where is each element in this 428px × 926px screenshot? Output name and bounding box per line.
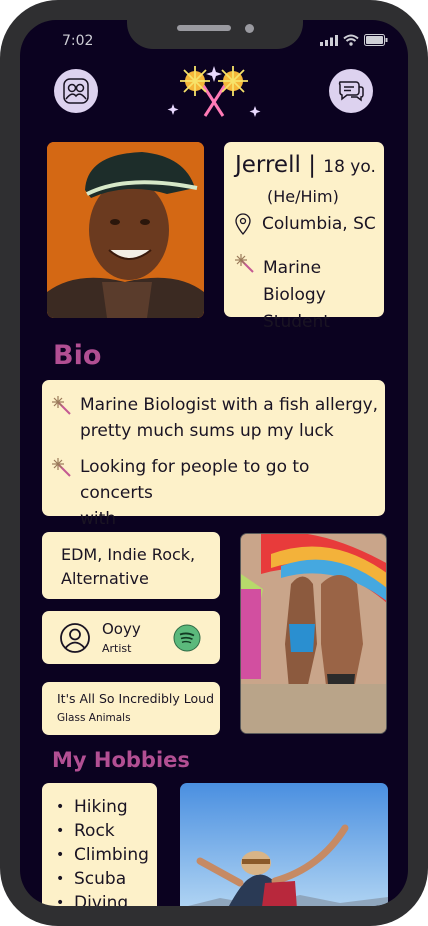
profile-occupation: Marine Biology Student <box>263 255 384 336</box>
user-circle-icon <box>60 623 90 653</box>
artist-type: Artist <box>102 642 132 655</box>
hobby-item-continued: Climbing <box>56 843 157 867</box>
profile-name-line: Jerrell | 18 yo. <box>235 152 376 178</box>
song-card[interactable]: It's All So Incredibly Loud Glass Animal… <box>42 682 220 735</box>
bio-item-line: with <box>80 509 117 529</box>
bio-item: Looking for people to go to concerts wit… <box>52 454 385 532</box>
genres-line: Alternative <box>61 569 149 588</box>
hobby-item: Scuba <box>56 867 157 891</box>
location-pin-icon <box>235 213 251 235</box>
genres-card: EDM, Indie Rock, Alternative <box>42 532 220 599</box>
profile-age: 18 yo. <box>323 157 376 177</box>
genres-text: EDM, Indie Rock, Alternative <box>61 543 195 591</box>
sparkler-icon <box>52 396 71 415</box>
song-artist: Glass Animals <box>57 712 131 724</box>
genres-line: EDM, Indie Rock, <box>61 545 196 564</box>
hobbies-list: Hiking Rock Climbing Scuba Diving <box>42 795 157 906</box>
bio-item-line: Marine Biologist with a fish allergy, <box>80 395 379 415</box>
bio-item-line: Looking for people to go to concerts <box>80 457 310 503</box>
profile-info-card: Jerrell | 18 yo. (He/Him) Columbia, SC M… <box>224 142 384 332</box>
hiking-photo <box>180 783 388 906</box>
speaker <box>177 25 231 31</box>
battery-icon <box>364 34 388 46</box>
bio-heading: Bio <box>53 340 102 371</box>
sparkler-icon <box>235 254 254 273</box>
name-separator: | <box>308 152 316 178</box>
artist-name: Ooyy <box>102 620 141 638</box>
profile-pronouns: (He/Him) <box>267 187 339 206</box>
concert-photo <box>240 533 387 734</box>
bio-item-line: pretty much sums up my luck <box>80 421 334 441</box>
app-screen: 7:02 Jerrell | 18 yo. (He/Him) Columbia,… <box>20 20 408 906</box>
hobby-item: Rock <box>56 819 157 843</box>
friends-icon <box>63 78 89 104</box>
song-title: It's All So Incredibly Loud <box>57 691 215 706</box>
profile-location: Columbia, SC <box>262 214 376 234</box>
status-time: 7:02 <box>62 33 94 49</box>
bio-item: Marine Biologist with a fish allergy, pr… <box>52 392 378 444</box>
spotify-icon[interactable] <box>173 624 201 652</box>
artist-card[interactable]: Ooyy Artist <box>42 611 220 664</box>
hobby-item: Hiking <box>56 795 157 819</box>
hobbies-heading: My Hobbies <box>52 748 190 772</box>
profile-name: Jerrell <box>235 152 301 178</box>
phone-frame: 7:02 Jerrell | 18 yo. (He/Him) Columbia,… <box>0 0 428 926</box>
front-camera <box>245 24 254 33</box>
hobbies-card: Hiking Rock Climbing Scuba Diving <box>42 783 157 906</box>
bio-item-text: Looking for people to go to concerts wit… <box>80 454 385 532</box>
sparkler-icon <box>52 458 71 477</box>
wifi-icon <box>343 34 359 46</box>
notch <box>127 20 303 49</box>
friends-button[interactable] <box>54 69 98 113</box>
occupation-line-2: Student <box>263 312 330 332</box>
status-icons <box>320 34 388 46</box>
bio-item-text: Marine Biologist with a fish allergy, pr… <box>80 392 378 444</box>
signal-icon <box>320 34 338 46</box>
sparkler-logo <box>167 66 261 117</box>
bio-card: Marine Biologist with a fish allergy, pr… <box>42 380 385 529</box>
hobby-item-continued: Diving <box>56 891 157 906</box>
occupation-line-1: Marine Biology <box>263 258 326 305</box>
chat-icon <box>338 81 364 102</box>
profile-photo <box>47 142 204 318</box>
chat-button[interactable] <box>329 69 373 113</box>
